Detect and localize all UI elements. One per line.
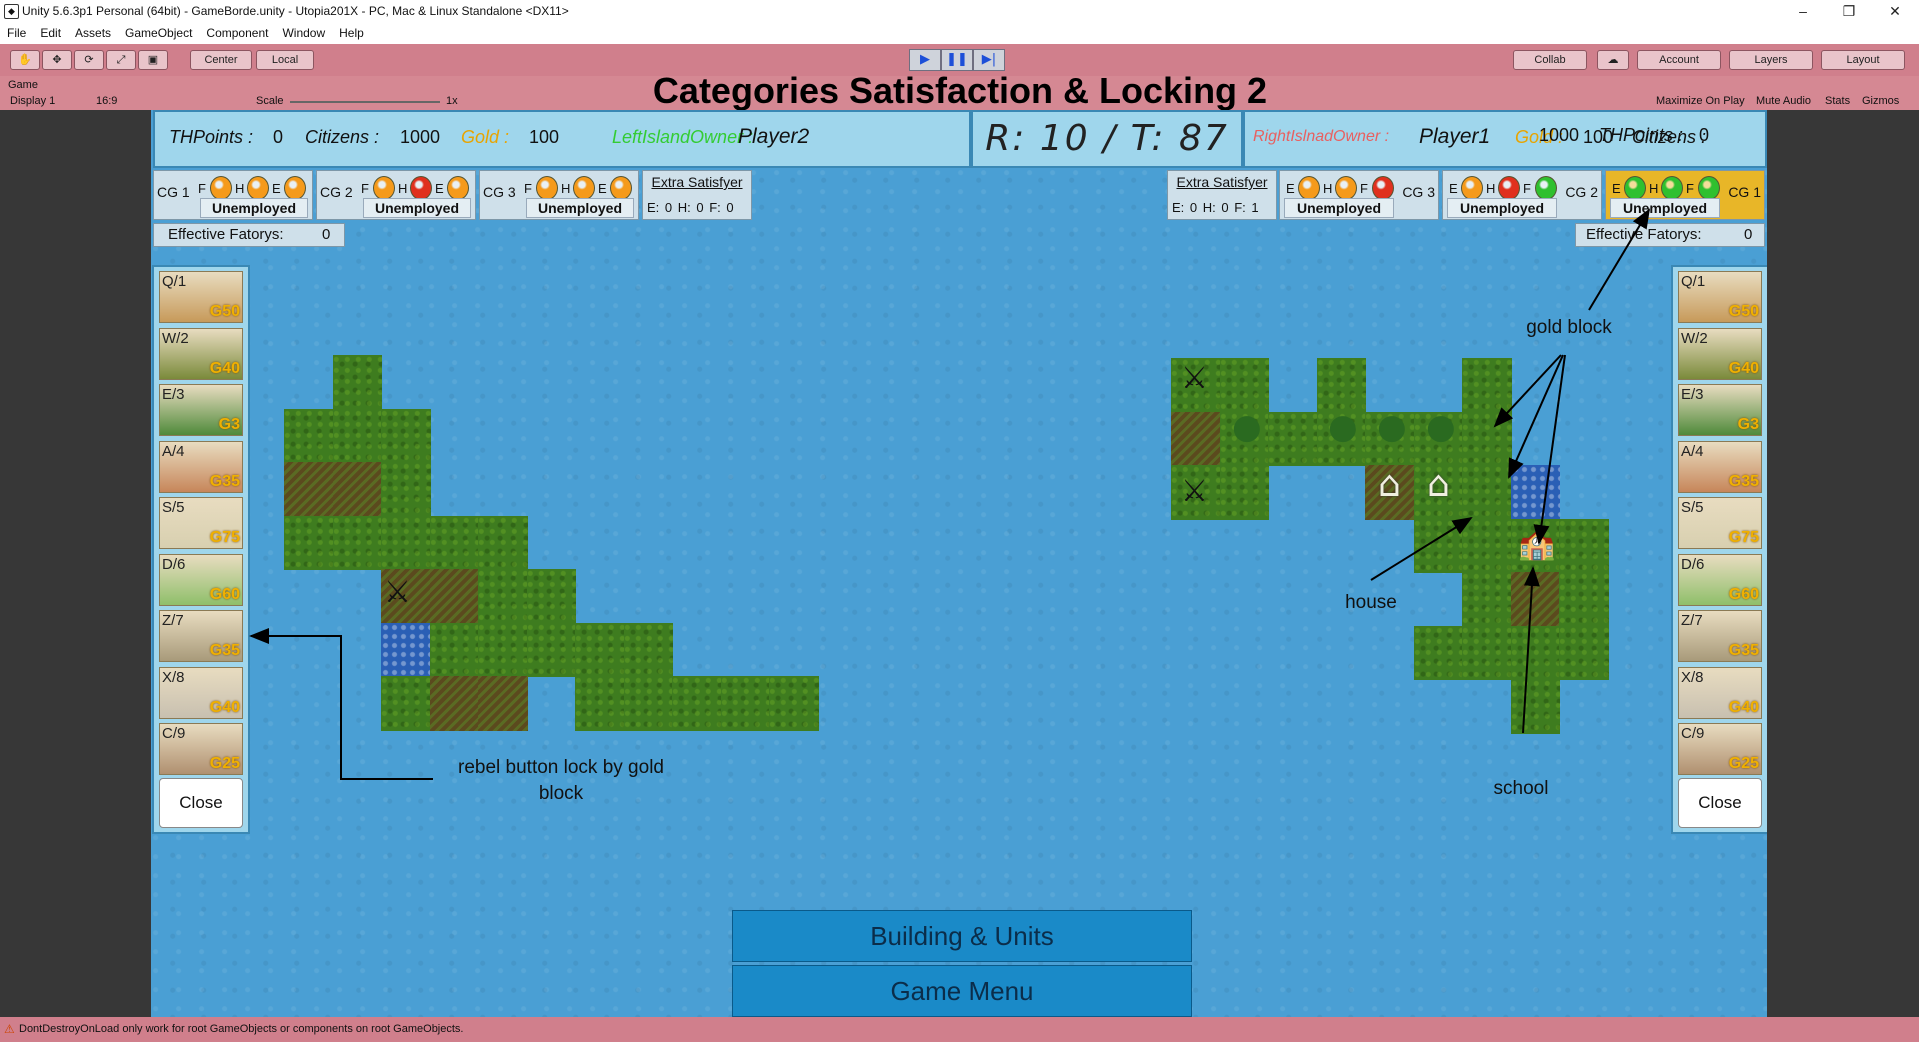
annotation-gold-block: gold block [1526, 317, 1612, 338]
game-tab[interactable]: Game [8, 79, 38, 91]
menu-bar: File Edit Assets GameObject Component Window H… [0, 24, 1919, 44]
rotate-tool-icon[interactable]: ⟳ [74, 50, 104, 70]
school-arrow [1522, 566, 1540, 734]
gold-block-arrow-1 [1588, 208, 1651, 311]
gold-block-arrow-2 [1493, 354, 1562, 428]
status-message: DontDestroyOnLoad only work for root Gam… [19, 1023, 464, 1035]
move-tool-icon[interactable]: ✥ [42, 50, 72, 70]
window-title: Unity 5.6.3p1 Personal (64bit) - GameBor… [22, 4, 569, 18]
left-gutter [0, 110, 151, 1017]
house-arrow [1370, 516, 1473, 581]
play-icon[interactable]: ▶ [909, 49, 941, 71]
cloud-icon[interactable]: ☁ [1597, 50, 1629, 70]
menu-edit[interactable]: Edit [33, 24, 68, 42]
warning-icon: ⚠ [4, 1022, 15, 1036]
aspect-dropdown[interactable]: 16:9 [96, 95, 117, 107]
overlay-title: Categories Satisfaction & Locking 2 [652, 70, 1268, 111]
step-icon[interactable]: ▶| [973, 49, 1005, 71]
game-menu-button[interactable]: Game Menu [732, 965, 1192, 1017]
collab-button[interactable]: Collab [1513, 50, 1587, 70]
window-title-bar: ◆ Unity 5.6.3p1 Personal (64bit) - GameB… [0, 0, 1919, 24]
pause-icon[interactable]: ❚❚ [941, 49, 973, 71]
annotation-house: house [1345, 592, 1397, 613]
annotation-school: school [1493, 778, 1549, 799]
menu-assets[interactable]: Assets [68, 24, 118, 42]
scale-tool-icon[interactable]: ⤢ [106, 50, 136, 70]
layers-dropdown[interactable]: Layers [1729, 50, 1813, 70]
display-dropdown[interactable]: Display 1 [10, 95, 55, 107]
maximize-button[interactable]: ❐ [1826, 0, 1872, 22]
scale-value: 1x [446, 95, 458, 107]
pivot-center-button[interactable]: Center [190, 50, 252, 70]
maximize-on-play-toggle[interactable]: Maximize On Play [1656, 95, 1745, 107]
close-window-button[interactable]: ✕ [1872, 0, 1918, 22]
unity-logo-icon: ◆ [4, 4, 19, 19]
menu-file[interactable]: File [0, 24, 33, 42]
game-viewport: THPoints : 0 Citizens : 1000 Gold : 100 … [151, 110, 1767, 1017]
thpoints-label: THPoints : [1599, 125, 1684, 145]
hand-tool-icon[interactable]: ✋ [10, 50, 40, 70]
right-gutter [1767, 110, 1919, 1017]
rebel-arrow [249, 628, 433, 780]
console-status-bar[interactable]: ⚠ DontDestroyOnLoad only work for root G… [0, 1017, 1919, 1042]
minimize-button[interactable]: – [1780, 0, 1826, 22]
menu-help[interactable]: Help [332, 24, 371, 42]
menu-component[interactable]: Component [199, 24, 275, 42]
scale-label: Scale [256, 95, 284, 107]
account-dropdown[interactable]: Account [1637, 50, 1721, 70]
menu-window[interactable]: Window [275, 24, 332, 42]
annotation-arrows [249, 208, 1651, 780]
pivot-local-button[interactable]: Local [256, 50, 314, 70]
annotation-rebel: rebel button lock by gold block [458, 757, 664, 804]
gold-block-arrow-4 [1533, 354, 1566, 545]
gold-block-arrow-3 [1508, 354, 1564, 479]
thpoints-value: 0 [1699, 125, 1710, 145]
citizens-value: 1000 [1539, 125, 1580, 145]
scale-slider[interactable] [290, 101, 440, 103]
menu-gameobject[interactable]: GameObject [118, 24, 199, 42]
gizmos-dropdown[interactable]: Gizmos [1862, 95, 1899, 107]
layout-dropdown[interactable]: Layout [1821, 50, 1905, 70]
mute-audio-toggle[interactable]: Mute Audio [1756, 95, 1811, 107]
rect-tool-icon[interactable]: ▣ [138, 50, 168, 70]
building-units-button[interactable]: Building & Units [732, 910, 1192, 962]
stats-toggle[interactable]: Stats [1825, 95, 1850, 107]
